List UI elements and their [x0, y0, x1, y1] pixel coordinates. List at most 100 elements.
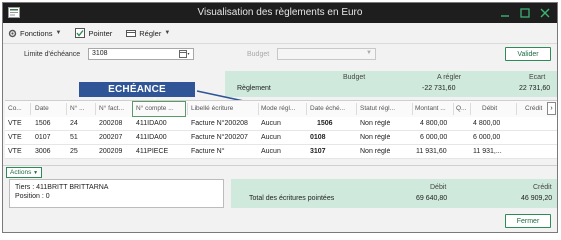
table-row[interactable]: VTE 3006 25 200209 411PIECE Facture N° A…	[5, 145, 557, 159]
pointer-button[interactable]: Pointer	[75, 28, 112, 38]
column-header-facture[interactable]: N° fact...	[99, 105, 131, 112]
regler-menu[interactable]: Régler ▼	[126, 29, 170, 38]
cell-compte: 411IDA00	[136, 134, 167, 141]
payment-icon	[126, 29, 137, 37]
calendar-icon	[179, 50, 190, 58]
column-header-mode[interactable]: Mode régl...	[261, 105, 305, 112]
cell-debit: 4 800,00	[473, 120, 501, 127]
limite-value: 3108	[92, 50, 108, 57]
actions-label: Actions	[10, 169, 32, 176]
column-header-montant[interactable]: Montant ...	[415, 105, 451, 112]
totals-credit-header: Crédit	[533, 184, 552, 191]
fonctions-label: Fonctions	[20, 28, 53, 38]
tiers-info-panel: Tiers : 411BRITT BRITTARNA Position : 0	[9, 179, 224, 208]
cell-num: 25	[70, 148, 78, 155]
fonctions-menu[interactable]: Fonctions ▼	[8, 29, 61, 38]
cell-echeance: 3107	[310, 148, 326, 155]
cell-mode: Aucun	[261, 134, 281, 141]
cell-facture: 200208	[99, 120, 123, 127]
chevron-down-icon: ▼	[33, 170, 39, 176]
cell-libelle: Facture N°200207	[191, 134, 248, 141]
ecart-value: 22 731,60	[519, 85, 551, 92]
totals-debit-value: 69 640,80	[416, 195, 448, 202]
cell-mode: Aucun	[261, 148, 281, 155]
totals-panel: Débit Crédit Total des écritures pointée…	[231, 179, 557, 208]
a-regler-header: A régler	[437, 74, 462, 81]
column-header-q[interactable]: Q...	[456, 105, 466, 112]
window-title: Visualisation des règlements en Euro	[197, 7, 363, 18]
budget-header: Budget	[343, 74, 366, 81]
fermer-button[interactable]: Fermer	[505, 214, 551, 228]
cell-facture: 200207	[99, 134, 123, 141]
cell-libelle: Facture N°200208	[191, 120, 248, 127]
cell-montant: 4 800,00	[420, 120, 448, 127]
filter-bar: Limite d'échéance 3108 Budget ▼ Valider	[3, 43, 557, 66]
cell-num: 51	[70, 134, 78, 141]
table-body: VTE 1506 24 200208 411IDA00 Facture N°20…	[5, 117, 557, 159]
budget-label: Budget	[247, 51, 270, 58]
cell-num: 24	[70, 120, 78, 127]
cell-compte: 411IDA00	[136, 120, 167, 127]
table-row[interactable]: VTE 0107 51 200207 411IDA00 Facture N°20…	[5, 131, 557, 145]
title-bar: Visualisation des règlements en Euro	[3, 3, 557, 23]
cell-debit: 11 931,...	[473, 148, 502, 155]
cell-statut: Non réglé	[360, 120, 391, 127]
cell-co: VTE	[8, 148, 22, 155]
cell-montant: 6 000,00	[420, 134, 448, 141]
cell-echeance: 1506	[317, 120, 333, 127]
app-window: Visualisation des règlements en Euro Fon…	[2, 2, 558, 233]
scroll-right-button[interactable]: ›	[547, 102, 556, 115]
column-header-statut[interactable]: Statut régl...	[360, 105, 410, 112]
totals-debit-header: Débit	[430, 184, 447, 191]
pointer-label: Pointer	[88, 28, 113, 38]
tiers-line: Tiers : 411BRITT BRITTARNA	[15, 184, 109, 191]
cell-co: VTE	[8, 134, 22, 141]
minimize-button[interactable]	[499, 6, 511, 19]
cell-compte: 411PIECE	[136, 148, 169, 155]
column-header-compte[interactable]: N° compte ...	[136, 105, 185, 112]
cell-date: 1506	[35, 120, 51, 127]
position-line: Position : 0	[15, 193, 50, 200]
a-regler-value: -22 731,60	[422, 85, 456, 92]
chevron-down-icon: ▼	[164, 30, 171, 36]
cell-mode: Aucun	[261, 120, 281, 127]
column-header-echeance[interactable]: Date éché...	[310, 105, 354, 112]
chevron-right-icon: ›	[550, 105, 553, 112]
column-header-co[interactable]: Co...	[8, 105, 28, 112]
close-icon	[540, 8, 550, 17]
budget-select[interactable]: ▼	[277, 48, 376, 60]
valider-button[interactable]: Valider	[505, 47, 551, 61]
cell-debit: 6 000,00	[473, 134, 501, 141]
checkbox-icon	[75, 28, 86, 38]
minimize-icon	[501, 14, 509, 17]
chevron-down-icon: ▼	[55, 30, 62, 36]
column-header-libelle[interactable]: Libellé écriture	[191, 105, 255, 112]
cell-facture: 200209	[99, 148, 123, 155]
maximize-button[interactable]	[519, 6, 531, 19]
totals-label: Total des écritures pointées	[249, 195, 335, 202]
table-row[interactable]: VTE 1506 24 200208 411IDA00 Facture N°20…	[5, 117, 557, 131]
cell-date: 0107	[35, 134, 51, 141]
cell-statut: Non réglé	[360, 148, 391, 155]
totals-credit-value: 46 909,20	[521, 195, 553, 202]
ecart-header: Ecart	[529, 74, 546, 81]
maximize-icon	[520, 7, 530, 18]
column-header-num[interactable]: N° ...	[70, 105, 94, 112]
column-header-credit[interactable]: Crédit	[525, 105, 547, 112]
column-header-debit[interactable]: Débit	[482, 105, 512, 112]
toolbar: Fonctions ▼ Pointer Régler ▼	[3, 24, 557, 42]
echeance-depassee-annotation: ECHÉANCE DÉPASSÉE	[79, 82, 195, 110]
limite-echeance-input[interactable]: 3108	[88, 48, 194, 60]
chevron-down-icon: ▼	[366, 50, 372, 56]
column-header-date[interactable]: Date	[35, 105, 65, 112]
cell-co: VTE	[8, 120, 22, 127]
cell-echeance: 0108	[310, 134, 326, 141]
close-button[interactable]	[539, 6, 551, 19]
cell-libelle: Facture N°	[191, 148, 225, 155]
table-header: Co... Date N° ... N° fact... N° compte .…	[5, 100, 557, 118]
cell-statut: Non réglé	[360, 134, 391, 141]
actions-menu[interactable]: Actions ▼	[6, 167, 43, 178]
regler-label: Régler	[139, 28, 162, 38]
cell-date: 3006	[35, 148, 51, 155]
limite-label: Limite d'échéance	[24, 51, 81, 58]
